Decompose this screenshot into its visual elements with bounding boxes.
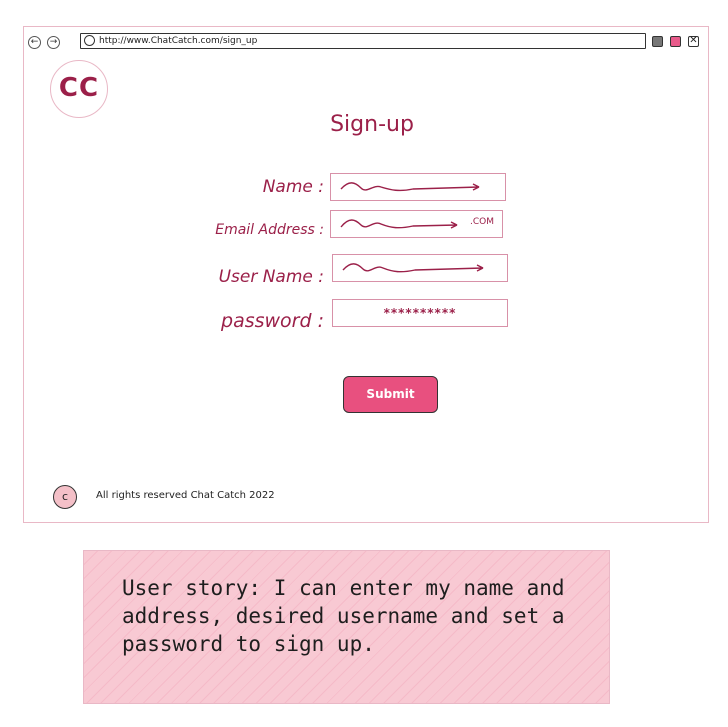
globe-icon [84,35,95,46]
browser-window: ← → http://www.ChatCatch.com/sign_up ✕ C… [23,26,709,523]
page-title-text: Sign-up [330,112,414,137]
close-button[interactable]: ✕ [688,36,699,47]
email-domain-suffix: .COM [470,217,494,227]
minimize-button[interactable] [652,36,663,47]
password-mask: ********** [383,306,457,320]
user-story-note: User story: I can enter my name and addr… [83,550,610,704]
name-label: Name : [262,177,324,197]
email-label: Email Address : [215,222,324,238]
url-text: http://www.ChatCatch.com/sign_up [99,36,258,46]
footer-logo-icon: c [53,485,77,509]
forward-button[interactable]: → [47,36,60,49]
password-input[interactable]: ********** [332,299,508,327]
page-title: Sign-up [24,112,708,137]
password-label: password : [221,310,324,332]
scribble-icon [342,263,484,273]
username-input[interactable] [332,254,508,282]
name-input[interactable] [330,173,506,201]
back-button[interactable]: ← [28,36,41,49]
username-label: User Name : [218,267,324,287]
submit-button[interactable]: Submit [343,376,438,413]
scribble-icon [340,182,480,192]
email-input[interactable]: .COM [330,210,503,238]
scribble-icon [340,219,458,229]
user-story-text: User story: I can enter my name and addr… [122,576,565,656]
footer-copyright: All rights reserved Chat Catch 2022 [96,490,275,501]
address-bar[interactable]: http://www.ChatCatch.com/sign_up [80,33,646,49]
maximize-button[interactable] [670,36,681,47]
logo: CC [50,60,108,118]
browser-toolbar: ← → http://www.ChatCatch.com/sign_up ✕ [24,27,708,57]
